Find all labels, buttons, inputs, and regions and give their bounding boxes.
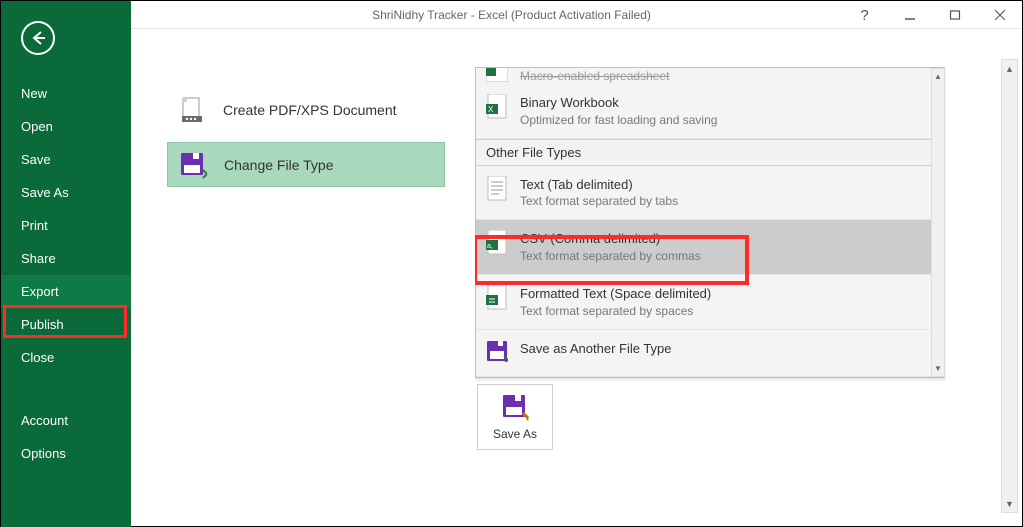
sidebar-item-new[interactable]: New <box>1 77 131 110</box>
formatted-desc: Text format separated by spaces <box>520 303 711 319</box>
excel-binary-icon: X <box>486 94 508 120</box>
scroll-down-icon[interactable]: ▼ <box>932 362 944 376</box>
sidebar-item-publish[interactable]: Publish <box>1 308 131 341</box>
formatted-label: Formatted Text (Space delimited) <box>520 285 711 303</box>
csv-label: CSV (Comma delimited) <box>520 230 701 248</box>
floppy-change-icon <box>178 150 208 180</box>
filetype-csv[interactable]: a, CSV (Comma delimited) Text format sep… <box>476 220 944 275</box>
macro-label: Macro-enabled spreadsheet <box>520 68 669 84</box>
pdfxps-label: Create PDF/XPS Document <box>223 102 397 118</box>
window-scrollbar[interactable]: ▲ ▼ <box>1001 59 1018 513</box>
outer-scroll-up-icon[interactable]: ▲ <box>1002 60 1017 77</box>
binary-label: Binary Workbook <box>520 94 717 112</box>
sidebar-item-close[interactable]: Close <box>1 341 131 374</box>
title-bar: ShriNidhy Tracker - Excel (Product Activ… <box>1 1 1022 29</box>
text-tab-desc: Text format separated by tabs <box>520 193 678 209</box>
csv-desc: Text format separated by commas <box>520 248 701 264</box>
back-button[interactable] <box>21 21 55 55</box>
change-filetype-label: Change File Type <box>224 157 333 173</box>
svg-text:X: X <box>488 105 494 114</box>
filetype-section-other: Other File Types <box>476 139 944 166</box>
save-other-label: Save as Another File Type <box>520 340 672 358</box>
text-tab-label: Text (Tab delimited) <box>520 176 678 194</box>
close-button[interactable] <box>977 1 1022 29</box>
sidebar-item-save-as[interactable]: Save As <box>1 176 131 209</box>
prn-icon <box>486 285 508 311</box>
save-as-icon <box>501 393 529 421</box>
restore-button[interactable] <box>932 1 977 29</box>
export-option-change-filetype[interactable]: Change File Type <box>167 142 445 187</box>
change-filetype-column: Macro-enabled spreadsheet X Binary Workb… <box>475 67 992 518</box>
filetype-panel: Macro-enabled spreadsheet X Binary Workb… <box>475 67 945 378</box>
export-options-column: Create PDF/XPS Document Change File Type <box>167 87 445 187</box>
filetype-macro-enabled[interactable]: Macro-enabled spreadsheet <box>476 68 944 84</box>
filetype-formatted-text[interactable]: Formatted Text (Space delimited) Text fo… <box>476 275 944 330</box>
svg-text:a,: a, <box>487 243 493 250</box>
window-title: ShriNidhy Tracker - Excel (Product Activ… <box>372 8 651 22</box>
scroll-up-icon[interactable]: ▲ <box>932 69 944 83</box>
pdf-icon <box>177 95 207 125</box>
filetype-save-another[interactable]: Save as Another File Type <box>476 330 944 377</box>
sidebar-item-open[interactable]: Open <box>1 110 131 143</box>
sidebar-item-options[interactable]: Options <box>1 437 131 470</box>
text-icon <box>486 176 508 202</box>
excel-macro-icon <box>486 68 508 84</box>
backstage-main: Create PDF/XPS Document Change File Type <box>131 29 1022 526</box>
sidebar-item-share[interactable]: Share <box>1 242 131 275</box>
export-option-pdfxps[interactable]: Create PDF/XPS Document <box>167 87 445 132</box>
sidebar-item-print[interactable]: Print <box>1 209 131 242</box>
binary-desc: Optimized for fast loading and saving <box>520 112 717 128</box>
backstage-sidebar: New Open Save Save As Print Share Export… <box>1 1 131 527</box>
window-controls: ? <box>842 1 1022 29</box>
sidebar-item-account[interactable]: Account <box>1 404 131 437</box>
outer-scroll-down-icon[interactable]: ▼ <box>1002 495 1017 512</box>
help-button[interactable]: ? <box>842 1 887 29</box>
floppy-other-icon <box>486 340 508 366</box>
filetype-text-tab[interactable]: Text (Tab delimited) Text format separat… <box>476 166 944 221</box>
panel-scrollbar[interactable]: ▲ ▼ <box>931 68 945 377</box>
save-as-label: Save As <box>478 427 552 441</box>
minimize-button[interactable] <box>887 1 932 29</box>
sidebar-item-save[interactable]: Save <box>1 143 131 176</box>
csv-icon: a, <box>486 230 508 256</box>
sidebar-item-export[interactable]: Export <box>1 275 131 308</box>
save-as-button[interactable]: Save As <box>477 384 553 450</box>
filetype-binary-workbook[interactable]: X Binary Workbook Optimized for fast loa… <box>476 84 944 139</box>
